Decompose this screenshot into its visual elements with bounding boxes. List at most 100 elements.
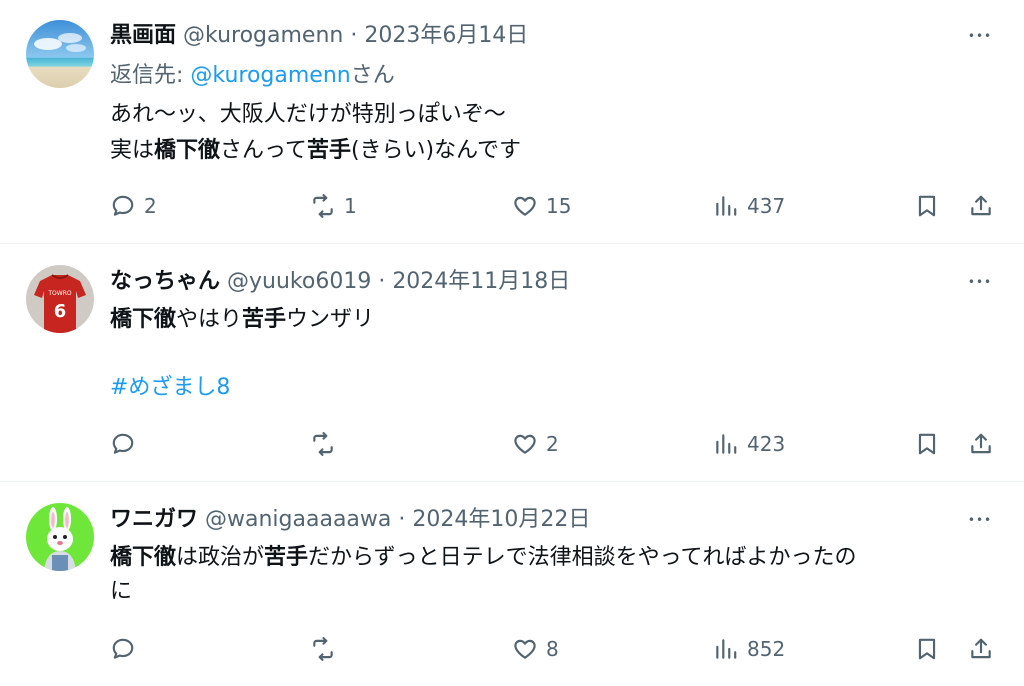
tweet-header: なっちゃん @yuuko6019 · 2024年11月18日 <box>110 268 570 296</box>
avatar[interactable] <box>26 20 94 88</box>
share-icon <box>971 195 991 216</box>
tweet-text-bold: 苦手 <box>264 545 309 570</box>
action-bar: 2 423 <box>0 428 1024 460</box>
tweet-header: ワニガワ @wanigaaaaawa · 2024年10月22日 <box>110 506 590 534</box>
reply-prefix: 返信先: <box>110 63 191 88</box>
reply-icon <box>112 638 134 659</box>
view-count: 423 <box>747 432 786 456</box>
timestamp[interactable]: 2024年11月18日 <box>392 269 570 294</box>
svg-text:TOWRO: TOWRO <box>47 290 71 297</box>
action-bar: 8 852 <box>0 633 1024 665</box>
like-count: 15 <box>546 194 572 218</box>
reply-button[interactable] <box>110 633 144 665</box>
svg-text:6: 6 <box>54 301 67 322</box>
handle[interactable]: @kurogamenn <box>183 23 343 48</box>
reply-count: 2 <box>144 194 157 218</box>
separator: · <box>371 269 393 294</box>
more-glyph: ••• <box>967 513 993 527</box>
views-icon <box>716 196 737 216</box>
retweet-button[interactable] <box>310 428 344 460</box>
tweet-text-line: あれ〜ッ、大阪人だけが特別っぽいぞ〜 <box>110 101 506 129</box>
avatar-jersey-image: TOWRO 6 <box>26 265 94 333</box>
action-bar: 2 1 15 437 <box>0 190 1024 222</box>
tweet-text: 実は <box>110 138 155 163</box>
share-button[interactable] <box>968 190 994 222</box>
reply-context: 返信先: @kurogamennさん <box>110 62 395 90</box>
timestamp[interactable]: 2023年6月14日 <box>364 23 528 48</box>
more-icon[interactable]: ••• <box>966 268 994 296</box>
tweet-text-line: #めざまし8 <box>110 374 230 402</box>
retweet-icon <box>313 432 333 456</box>
share-icon <box>971 433 991 454</box>
tweet-text: は政治が <box>176 545 265 570</box>
views-button[interactable]: 423 <box>713 428 785 460</box>
heart-icon <box>514 434 536 454</box>
share-button[interactable] <box>968 428 994 460</box>
tweet[interactable]: ワニガワ @wanigaaaaawa · 2024年10月22日 ••• 橋下徹… <box>0 482 1024 686</box>
hashtag-link[interactable]: #めざまし8 <box>110 375 230 400</box>
display-name[interactable]: なっちゃん <box>110 269 220 294</box>
retweet-button[interactable]: 1 <box>310 190 357 222</box>
tweet-text: さんって <box>220 138 307 163</box>
timestamp[interactable]: 2024年10月22日 <box>412 507 590 532</box>
heart-icon <box>514 639 536 659</box>
tweet-text-bold: 苦手 <box>306 138 351 163</box>
avatar-rabbit-image <box>26 503 94 571</box>
reply-icon <box>112 195 134 216</box>
like-button[interactable]: 8 <box>512 633 559 665</box>
tweet-text-line: 実は橋下徹さんって苦手(きらい)なんです <box>110 137 521 165</box>
tweet-text: ウンザリ <box>286 307 375 332</box>
views-icon <box>716 639 737 659</box>
more-glyph: ••• <box>967 275 993 289</box>
tweet[interactable]: 黒画面 @kurogamenn · 2023年6月14日 ••• 返信先: @k… <box>0 0 1024 243</box>
views-button[interactable]: 852 <box>713 633 785 665</box>
share-button[interactable] <box>968 633 994 665</box>
more-glyph: ••• <box>967 29 993 43</box>
tweet-text-bold: 橋下徹 <box>154 138 221 163</box>
tweet-text-line: に <box>110 578 132 606</box>
reply-button[interactable] <box>110 428 144 460</box>
view-count: 852 <box>747 637 786 661</box>
bookmark-icon <box>918 638 936 660</box>
bookmark-button[interactable] <box>914 633 940 665</box>
retweet-button[interactable] <box>310 633 344 665</box>
reply-suffix: さん <box>350 63 395 88</box>
handle[interactable]: @yuuko6019 <box>227 269 371 294</box>
reply-button[interactable]: 2 <box>110 190 157 222</box>
bookmark-button[interactable] <box>914 190 940 222</box>
tweet-text: だからずっと日テレで法律相談をやってればよかったの <box>308 545 857 570</box>
tweet[interactable]: TOWRO 6 なっちゃん @yuuko6019 · 2024年11月18日 •… <box>0 244 1024 481</box>
retweet-count: 1 <box>344 194 357 218</box>
reply-to-link[interactable]: @kurogamenn <box>190 63 350 88</box>
bookmark-icon <box>918 195 936 217</box>
like-count: 2 <box>546 432 559 456</box>
like-button[interactable]: 2 <box>512 428 559 460</box>
tweet-header: 黒画面 @kurogamenn · 2023年6月14日 <box>110 22 528 50</box>
tweet-text-line: 橋下徹は政治が苦手だからずっと日テレで法律相談をやってればよかったの <box>110 544 857 572</box>
display-name[interactable]: 黒画面 <box>110 23 176 48</box>
like-count: 8 <box>546 637 559 661</box>
view-count: 437 <box>747 194 786 218</box>
reply-icon <box>112 433 134 454</box>
tweet-text-bold: 苦手 <box>242 307 287 332</box>
tweet-text: (きらい)なんです <box>350 138 522 163</box>
avatar-beach-image <box>26 20 94 88</box>
tweet-text-line: 橋下徹やはり苦手ウンザリ <box>110 306 374 334</box>
views-icon <box>716 434 737 454</box>
avatar[interactable]: TOWRO 6 <box>26 265 94 333</box>
tweet-text: やはり <box>176 307 243 332</box>
views-button[interactable]: 437 <box>713 190 785 222</box>
more-icon[interactable]: ••• <box>966 22 994 50</box>
display-name[interactable]: ワニガワ <box>110 507 198 532</box>
tweet-text: あれ〜ッ、大阪人だけが特別っぽいぞ〜 <box>110 102 506 127</box>
heart-icon <box>514 196 536 216</box>
handle[interactable]: @wanigaaaaawa <box>205 507 391 532</box>
more-icon[interactable]: ••• <box>966 506 994 534</box>
bookmark-button[interactable] <box>914 428 940 460</box>
retweet-icon <box>313 637 333 661</box>
avatar[interactable] <box>26 503 94 571</box>
like-button[interactable]: 15 <box>512 190 571 222</box>
tweet-text-bold: 橋下徹 <box>110 545 177 570</box>
tweet-text-bold: 橋下徹 <box>110 307 177 332</box>
separator: · <box>343 23 365 48</box>
